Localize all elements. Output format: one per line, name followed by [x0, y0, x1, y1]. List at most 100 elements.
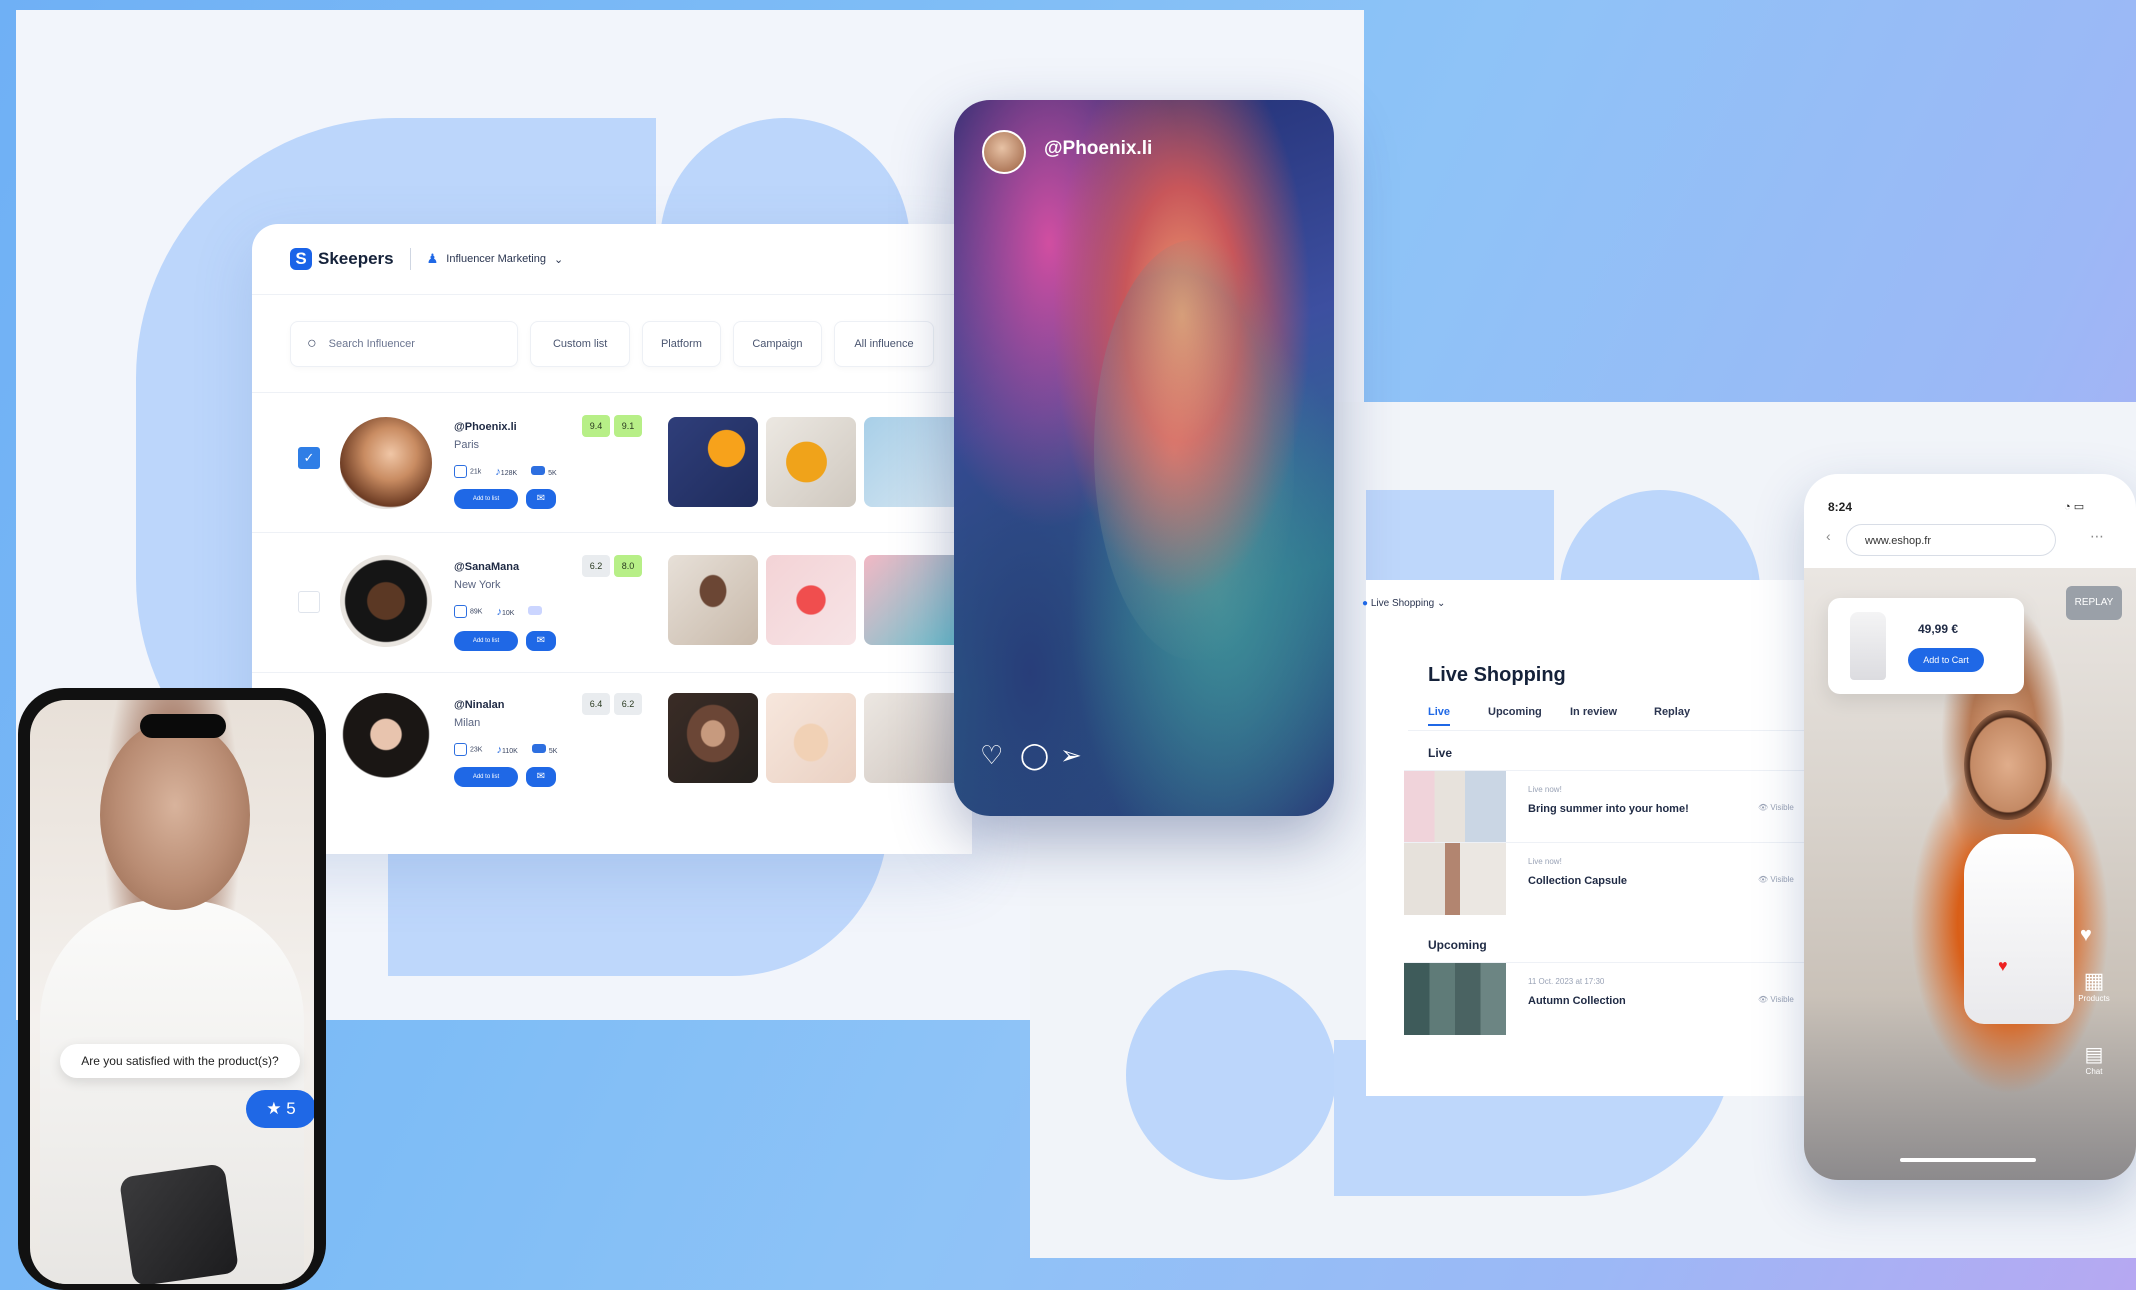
header-divider [409, 248, 411, 270]
content-thumbnail[interactable] [766, 693, 856, 783]
heart-icon[interactable]: ♡ [980, 740, 1003, 771]
status-text: Visible [1770, 803, 1794, 812]
influencer-city: Milan [454, 717, 481, 729]
instagram-icon [454, 743, 467, 756]
social-stats: 21k ♪128K 5K [454, 465, 557, 478]
stat-value: 89K [470, 608, 483, 616]
influencer-dashboard: S Skeepers ♟ Influencer Marketing ⌄ ○ Se… [252, 224, 972, 854]
live-item-meta: Live now! [1528, 785, 1562, 794]
filter-bar: ○ Search Influencer Custom list Platform… [252, 321, 972, 367]
mail-icon[interactable]: ✉ [526, 489, 556, 509]
mail-icon[interactable]: ✉ [526, 631, 556, 651]
stat-value: 21k [470, 468, 482, 476]
influencer-handle[interactable]: @Ninalan [454, 699, 504, 711]
content-thumbnail[interactable] [668, 417, 758, 507]
status-text: Visible [1770, 875, 1794, 884]
live-item-meta: 11 Oct. 2023 at 17:30 [1528, 977, 1605, 986]
shop-phone: 8:24 ◔ ▭ ‹ www.eshop.fr ⋯ REPLAY 49,99 €… [1804, 474, 2136, 1180]
search-input[interactable]: ○ Search Influencer [290, 321, 519, 367]
stat-value: 128K [500, 469, 518, 477]
add-to-list-button[interactable]: Add to list [454, 489, 518, 509]
content-thumbnail[interactable] [864, 693, 954, 783]
host-face [1964, 710, 2052, 820]
live-item[interactable]: Live now! Bring summer into your home! 👁… [1404, 770, 1824, 843]
live-shopping-title: Live Shopping [1428, 664, 1566, 686]
influencer-handle[interactable]: @Phoenix.li [454, 421, 517, 433]
content-thumbnail[interactable] [864, 417, 954, 507]
content-thumbnail[interactable] [766, 555, 856, 645]
star-rating-button[interactable]: ★ 5 [246, 1090, 314, 1128]
score-badge: 6.2 [614, 693, 642, 715]
products-button[interactable]: ▦ Products [2072, 968, 2116, 1003]
post-handle[interactable]: @Phoenix.li [1044, 138, 1152, 160]
comment-icon[interactable]: ◯ [1020, 740, 1049, 771]
filter-custom-list[interactable]: Custom list [530, 321, 631, 367]
reaction-heart-icon: ♥ [1998, 958, 2008, 975]
live-item[interactable]: Live now! Collection Capsule 👁 Visible [1404, 842, 1824, 915]
score-badge: 6.4 [582, 693, 610, 715]
avatar [982, 130, 1026, 174]
search-placeholder: Search Influencer [328, 338, 415, 350]
dress-icon [1850, 612, 1886, 680]
decor-blob [1366, 490, 1554, 586]
live-module-selector[interactable]: ● Live Shopping ⌄ [1362, 598, 1445, 609]
filter-campaign[interactable]: Campaign [732, 321, 823, 367]
face-highlight [1094, 240, 1294, 660]
chevron-down-icon: ⌄ [553, 253, 564, 266]
content-thumbnail[interactable] [668, 555, 758, 645]
live-item-thumbnail [1404, 843, 1506, 915]
content-thumbnail[interactable] [766, 417, 856, 507]
active-tab-indicator [1428, 724, 1450, 726]
module-label: Influencer Marketing [446, 253, 546, 265]
avatar [340, 417, 432, 509]
stat-value: 23K [470, 746, 483, 754]
add-to-cart-button[interactable]: Add to Cart [1908, 648, 1984, 672]
youtube-icon [531, 744, 546, 753]
tab-replay[interactable]: Replay [1654, 706, 1690, 718]
row-checkbox[interactable] [298, 591, 320, 613]
send-icon[interactable]: ➢ [1060, 740, 1082, 771]
chat-button[interactable]: ▤ Chat [2072, 1042, 2116, 1076]
content-thumbnail[interactable] [864, 555, 954, 645]
influencer-row: @Ninalan Milan 23K ♪110K 5K Add to list … [252, 672, 972, 813]
section-live: Live [1428, 746, 1453, 760]
heart-icon[interactable]: ♥ [2080, 924, 2092, 947]
influencer-row: ✓ @Phoenix.li Paris 21k ♪128K 5K Add to … [252, 392, 972, 533]
stat-value: 10K [501, 609, 515, 617]
row-checkbox[interactable]: ✓ [298, 447, 320, 469]
live-item-status: 👁 Visible [1758, 875, 1794, 884]
satisfaction-question: Are you satisfied with the product(s)? [60, 1044, 300, 1078]
more-icon[interactable]: ⋯ [2090, 528, 2104, 545]
social-post-card: @Phoenix.li ♡ ◯ ➢ [954, 100, 1334, 816]
products-label: Products [2078, 994, 2110, 1003]
mail-icon[interactable]: ✉ [526, 767, 556, 787]
back-icon[interactable]: ‹ [1826, 528, 1831, 544]
live-item[interactable]: 11 Oct. 2023 at 17:30 Autumn Collection … [1404, 962, 1824, 1035]
add-to-list-button[interactable]: Add to list [454, 631, 518, 651]
influencer-handle[interactable]: @SanaMana [454, 561, 519, 573]
filter-all-influencers[interactable]: All influence [834, 321, 934, 367]
tab-in-review[interactable]: In review [1570, 706, 1617, 718]
add-to-list-button[interactable]: Add to list [454, 767, 518, 787]
phone-in-hand [118, 1163, 240, 1284]
product-card[interactable]: 49,99 € Add to Cart [1828, 598, 2024, 694]
replay-badge[interactable]: REPLAY [2066, 586, 2122, 620]
content-thumbnail[interactable] [668, 693, 758, 783]
live-item-meta: Live now! [1528, 857, 1562, 866]
status-text: Visible [1770, 995, 1794, 1004]
filter-platform[interactable]: Platform [642, 321, 721, 367]
tab-upcoming[interactable]: Upcoming [1488, 706, 1542, 718]
url-bar[interactable]: www.eshop.fr [1846, 524, 2056, 556]
live-item-title: Bring summer into your home! [1528, 803, 1689, 815]
search-icon: ○ [307, 335, 317, 352]
stat-value: 5K [548, 470, 557, 477]
chat-label: Chat [2085, 1067, 2103, 1076]
live-icon: ● [1362, 598, 1369, 609]
module-selector[interactable]: ♟ Influencer Marketing ⌄ [427, 251, 564, 267]
score-badge: 9.1 [614, 415, 642, 437]
stat-value: 110K [501, 747, 518, 755]
live-item-status: 👁 Visible [1758, 803, 1794, 812]
brand-name: Skeepers [318, 249, 394, 268]
score-badge: 6.2 [582, 555, 610, 577]
tab-live[interactable]: Live [1428, 706, 1450, 718]
